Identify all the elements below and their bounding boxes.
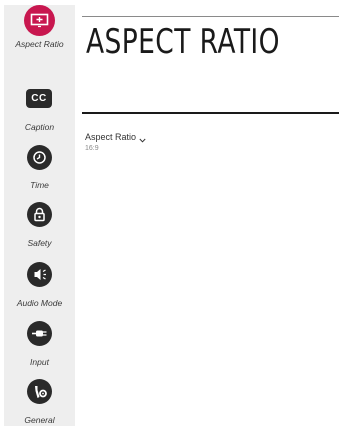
sidebar-item-label: Caption xyxy=(24,122,55,132)
sidebar-item-aspect-ratio[interactable]: Aspect Ratio xyxy=(4,5,75,63)
sidebar-item-caption[interactable]: CC Caption xyxy=(4,85,75,143)
sidebar-menu: Aspect Ratio CC Caption Time Safety Audi… xyxy=(4,5,75,426)
aspect-ratio-dropdown[interactable]: Aspect Ratio 16:9 xyxy=(85,132,285,156)
setting-name-label: Aspect Ratio xyxy=(85,132,137,142)
settings-screen: Aspect Ratio CC Caption Time Safety Audi… xyxy=(0,0,347,430)
clock-icon xyxy=(27,145,52,170)
sidebar-item-time[interactable]: Time xyxy=(4,144,75,202)
aspect-ratio-icon xyxy=(24,5,55,36)
page-title: ASPECT RATIO xyxy=(86,22,280,62)
tools-icon xyxy=(27,379,52,404)
divider xyxy=(82,16,339,17)
sidebar-item-audio-mode[interactable]: Audio Mode xyxy=(4,261,75,319)
input-plug-icon xyxy=(27,321,52,346)
sidebar-item-label: Time xyxy=(30,180,49,190)
setting-name: Aspect Ratio xyxy=(85,132,285,143)
divider xyxy=(82,112,339,114)
sidebar-item-label: General xyxy=(24,415,55,425)
sidebar-item-label: Input xyxy=(30,357,49,367)
sidebar-item-label: Aspect Ratio xyxy=(15,39,64,49)
sidebar-item-label: Audio Mode xyxy=(16,298,63,308)
chevron-down-icon xyxy=(139,135,146,143)
speaker-icon xyxy=(27,262,52,287)
setting-value: 16:9 xyxy=(85,145,99,152)
main-panel: ASPECT RATIO Aspect Ratio 16:9 xyxy=(75,0,347,430)
sidebar-item-safety[interactable]: Safety xyxy=(4,201,75,259)
cc-icon: CC xyxy=(26,89,52,108)
sidebar-item-general[interactable]: General xyxy=(4,378,75,430)
sidebar-item-input[interactable]: Input xyxy=(4,320,75,378)
sidebar-item-label: Safety xyxy=(27,238,52,248)
lock-icon xyxy=(27,202,52,227)
